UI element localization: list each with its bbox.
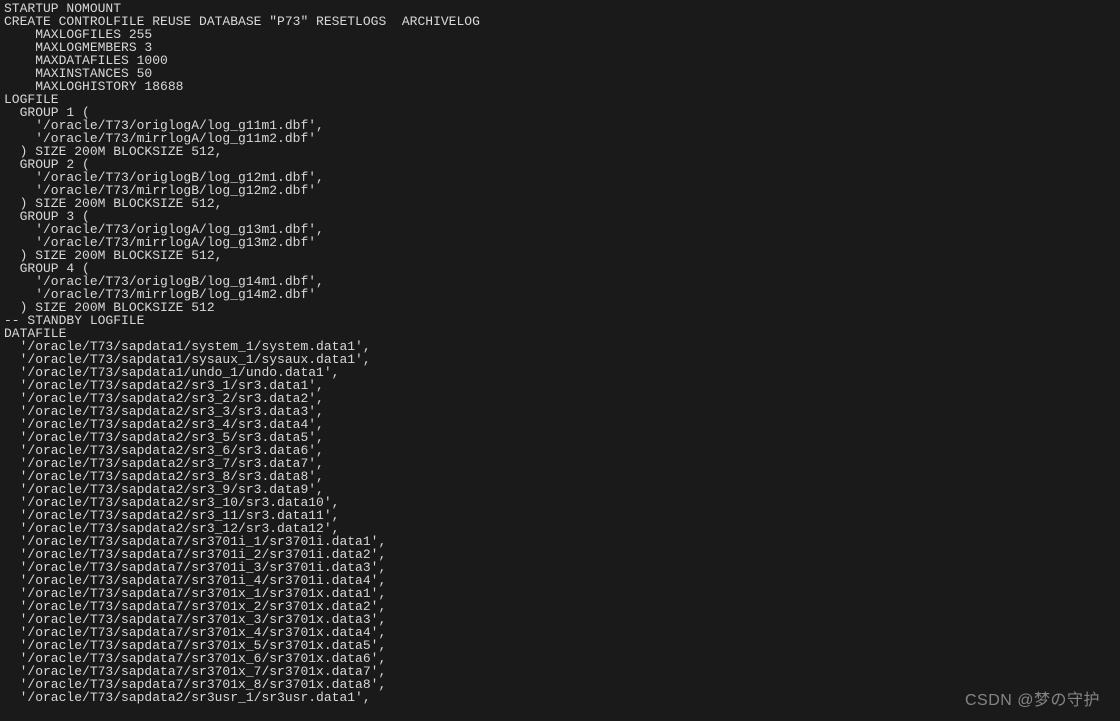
terminal-output[interactable]: STARTUP NOMOUNTCREATE CONTROLFILE REUSE … — [0, 0, 1120, 721]
terminal-line: ) SIZE 200M BLOCKSIZE 512, — [4, 145, 1116, 158]
terminal-line: MAXLOGHISTORY 18688 — [4, 80, 1116, 93]
terminal-line: ) SIZE 200M BLOCKSIZE 512 — [4, 301, 1116, 314]
terminal-line: MAXLOGFILES 255 — [4, 28, 1116, 41]
terminal-line: CREATE CONTROLFILE REUSE DATABASE "P73" … — [4, 15, 1116, 28]
terminal-line: ) SIZE 200M BLOCKSIZE 512, — [4, 249, 1116, 262]
terminal-line: MAXDATAFILES 1000 — [4, 54, 1116, 67]
terminal-line: LOGFILE — [4, 93, 1116, 106]
terminal-line: MAXLOGMEMBERS 3 — [4, 41, 1116, 54]
terminal-line: ) SIZE 200M BLOCKSIZE 512, — [4, 197, 1116, 210]
terminal-line: '/oracle/T73/sapdata2/sr3usr_1/sr3usr.da… — [4, 691, 1116, 704]
terminal-line: -- STANDBY LOGFILE — [4, 314, 1116, 327]
